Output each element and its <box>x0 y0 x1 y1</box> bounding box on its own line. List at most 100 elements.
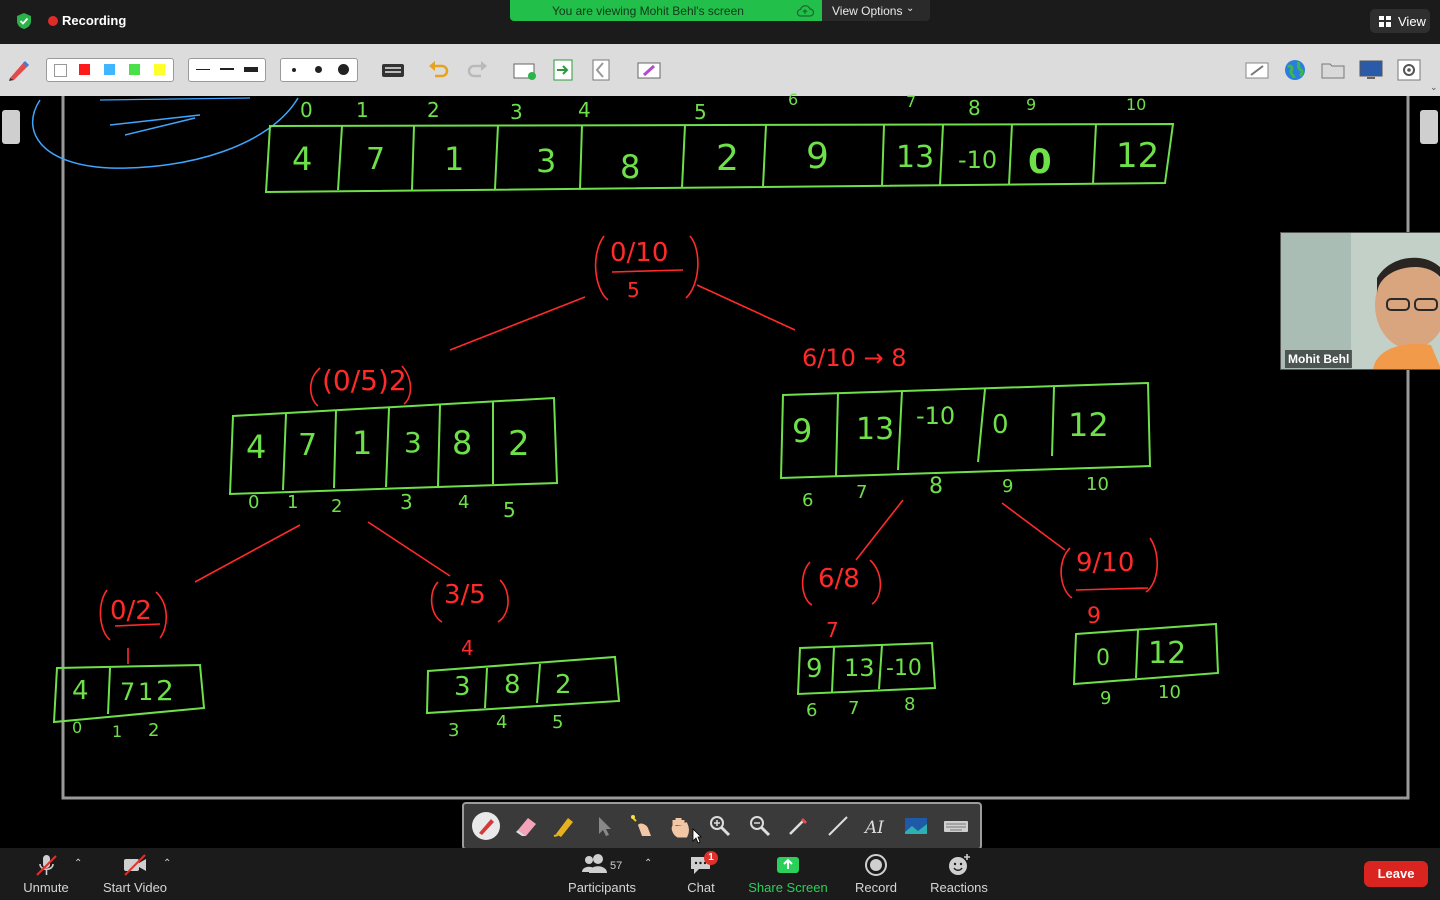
participants-label: Participants <box>568 880 636 895</box>
video-camera-off-icon <box>124 854 146 876</box>
index-label: 2 <box>148 720 160 741</box>
array-cell: 1 <box>138 678 154 706</box>
rr-mid: 9 <box>1087 604 1101 629</box>
chevron-up-icon[interactable]: ⌃ <box>163 858 171 869</box>
root-mid: 5 <box>627 278 640 302</box>
picture-icon[interactable] <box>902 812 930 840</box>
participants-button[interactable]: 57 Participants <box>564 852 640 895</box>
pointer-icon[interactable] <box>590 812 618 840</box>
reactions-label: Reactions <box>930 880 988 895</box>
array-cell: 9 <box>792 412 813 450</box>
participants-icon: 57 <box>582 854 622 873</box>
array-cell: 8 <box>620 148 641 186</box>
index-label: 10 <box>1086 474 1109 495</box>
array-cell: 4 <box>292 140 313 178</box>
record-label: Record <box>855 880 897 895</box>
array-cell: 9 <box>806 136 829 177</box>
microphone-muted-icon <box>36 855 57 876</box>
start-video-label: Start Video <box>102 880 168 895</box>
array-cell: 2 <box>555 670 572 700</box>
whiteboard: 0 1 2 3 4 5 6 7 8 9 10 4 7 1 3 8 2 9 13 … <box>0 90 1440 848</box>
index-label: 9 <box>1100 688 1112 709</box>
keyboard-icon[interactable] <box>942 812 970 840</box>
record-button[interactable]: Record <box>852 852 900 895</box>
lr-range: 3/5 <box>444 580 486 610</box>
leave-button[interactable]: Leave <box>1364 861 1428 887</box>
array-cell: 13 <box>896 140 935 175</box>
array-cell: 7 <box>366 142 386 177</box>
root-range: 0/10 <box>610 238 669 268</box>
text-icon[interactable]: AI <box>862 812 890 840</box>
array-cell: 9 <box>806 654 823 684</box>
chevron-up-icon[interactable]: ⌃ <box>74 858 82 869</box>
left-range: (0/5)2 <box>322 364 407 397</box>
pen-tool-icon[interactable] <box>472 812 500 840</box>
index-label: 4 <box>496 712 508 733</box>
index-label: 0 <box>72 718 83 737</box>
magic-wand-icon[interactable] <box>628 812 656 840</box>
index-label: 1 <box>287 492 299 513</box>
index-label: 4 <box>458 492 470 513</box>
start-video-button[interactable]: Start Video <box>100 852 170 895</box>
array-cell: 2 <box>156 674 174 707</box>
right-range: 6/10 → 8 <box>802 344 907 372</box>
index-label: 10 <box>1158 682 1181 703</box>
index-label: 3 <box>448 720 460 741</box>
participant-video-tile[interactable]: Mohit Behl <box>1280 232 1440 370</box>
array-cell: 0 <box>992 410 1009 440</box>
svg-text:AI: AI <box>863 818 884 838</box>
array-cell: 1 <box>352 424 373 462</box>
highlighter-icon[interactable] <box>550 812 578 840</box>
chat-label: Chat <box>687 880 715 895</box>
zoom-out-icon[interactable] <box>746 812 774 840</box>
ll-range: 0/2 <box>110 596 152 626</box>
index-label: 9 <box>1002 476 1014 497</box>
share-screen-button[interactable]: Share Screen <box>746 852 830 895</box>
array-cell: -10 <box>916 402 956 430</box>
lr-mid: 4 <box>461 636 474 660</box>
array-cell: -10 <box>958 146 998 174</box>
array-cell: 4 <box>72 676 89 706</box>
index-label: 3 <box>400 490 413 514</box>
index-label: 5 <box>552 712 564 733</box>
chat-badge: 1 <box>704 851 718 865</box>
array-cell: -10 <box>886 656 922 681</box>
array-cell: 7 <box>120 678 136 706</box>
array-cell: 12 <box>1148 636 1187 671</box>
array-cell: 2 <box>508 424 530 464</box>
array-cell: 3 <box>536 142 557 180</box>
top-index: 2 <box>427 98 440 122</box>
meeting-controls-bar: Unmute ⌃ Start Video ⌃ 57 Participants ⌃… <box>0 848 1440 900</box>
eraser-icon[interactable] <box>512 812 540 840</box>
index-label: 6 <box>802 490 814 511</box>
zoom-in-icon[interactable] <box>706 812 734 840</box>
top-index: 8 <box>968 96 981 120</box>
participant-name: Mohit Behl <box>1285 350 1353 368</box>
chat-button[interactable]: Chat 1 <box>680 851 722 895</box>
reactions-icon <box>949 854 970 875</box>
unmute-button[interactable]: Unmute <box>20 852 72 895</box>
chevron-up-icon[interactable]: ⌃ <box>644 858 652 869</box>
top-index: 1 <box>356 98 369 122</box>
line-icon[interactable] <box>824 812 852 840</box>
top-index: 5 <box>694 100 707 124</box>
index-label: 7 <box>856 482 868 503</box>
top-index: 3 <box>510 100 523 124</box>
array-cell: 12 <box>1116 136 1160 176</box>
top-index: 9 <box>1026 95 1037 114</box>
array-cell: 8 <box>504 670 521 700</box>
share-screen-icon <box>777 857 799 873</box>
top-index: 4 <box>578 98 591 122</box>
brush-icon[interactable] <box>784 812 812 840</box>
array-cell: 3 <box>404 426 422 459</box>
array-cell: 12 <box>1068 406 1109 444</box>
array-cell: 13 <box>844 654 875 682</box>
index-label: 7 <box>848 698 860 719</box>
unmute-label: Unmute <box>23 880 69 895</box>
array-cell: 8 <box>452 424 473 462</box>
array-cell: 0 <box>1028 142 1052 182</box>
hand-icon[interactable] <box>666 812 694 840</box>
index-label: 6 <box>806 700 818 721</box>
share-screen-label: Share Screen <box>748 880 828 895</box>
reactions-button[interactable]: Reactions <box>928 852 990 895</box>
